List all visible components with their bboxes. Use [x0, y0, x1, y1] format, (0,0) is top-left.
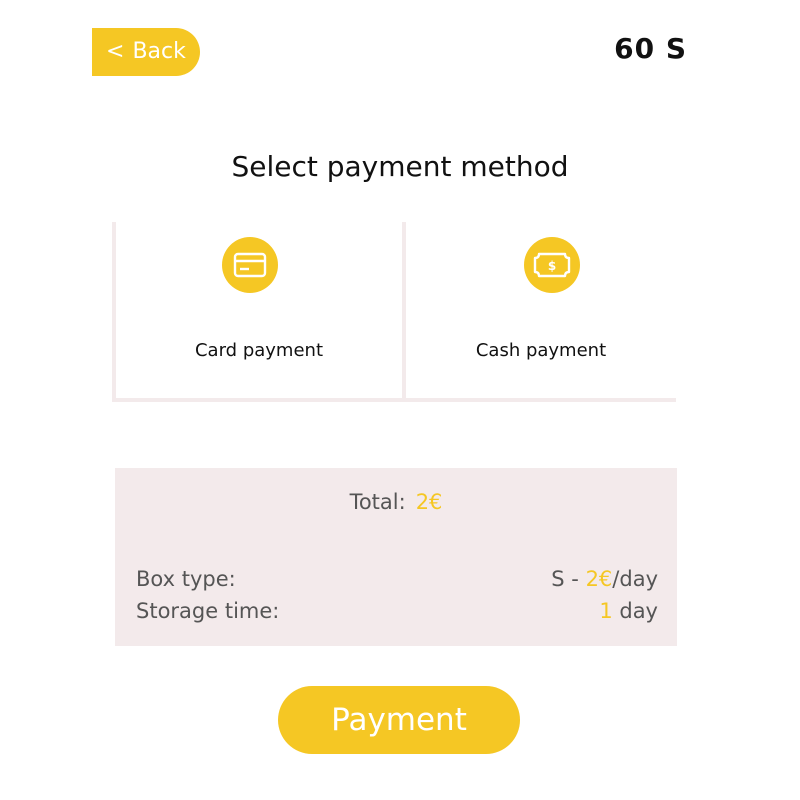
box-type-row: Box type: S - 2€/day: [136, 567, 658, 591]
payment-methods: Card payment $ Cash payment: [112, 222, 677, 402]
storage-time-value: 1 day: [599, 599, 658, 623]
box-type-size: S -: [551, 567, 586, 591]
page-title: Select payment method: [231, 150, 569, 183]
cash-banknote-icon: $: [524, 237, 580, 293]
box-type-unit: /day: [612, 567, 658, 591]
storage-time-label: Storage time:: [136, 599, 280, 623]
cash-payment-option[interactable]: $ Cash payment: [402, 222, 676, 402]
payment-button[interactable]: Payment: [278, 686, 520, 754]
back-button[interactable]: < Back: [92, 28, 200, 76]
svg-text:$: $: [548, 259, 556, 273]
cash-payment-label: Cash payment: [475, 340, 607, 361]
box-type-price: 2€: [585, 567, 613, 591]
back-label: Back: [132, 39, 186, 64]
card-payment-label: Card payment: [194, 340, 323, 361]
storage-time-count: 1: [599, 599, 613, 623]
storage-time-unit: day: [612, 599, 658, 623]
total-row: Total: 2€: [115, 490, 677, 514]
total-label: Total:: [349, 490, 406, 514]
storage-time-row: Storage time: 1 day: [136, 599, 658, 623]
box-type-label: Box type:: [136, 567, 236, 591]
card-payment-option[interactable]: Card payment: [112, 222, 402, 402]
payment-screen: < Back 60 S Select payment method Card pa…: [0, 0, 800, 800]
chevron-left-icon: <: [106, 39, 125, 64]
countdown-timer: 60 S: [614, 32, 687, 65]
box-type-value: S - 2€/day: [551, 567, 658, 591]
total-value: 2€: [415, 490, 443, 514]
credit-card-icon: [222, 237, 278, 293]
order-summary: Total: 2€ Box type: S - 2€/day Storage ti…: [115, 468, 677, 646]
